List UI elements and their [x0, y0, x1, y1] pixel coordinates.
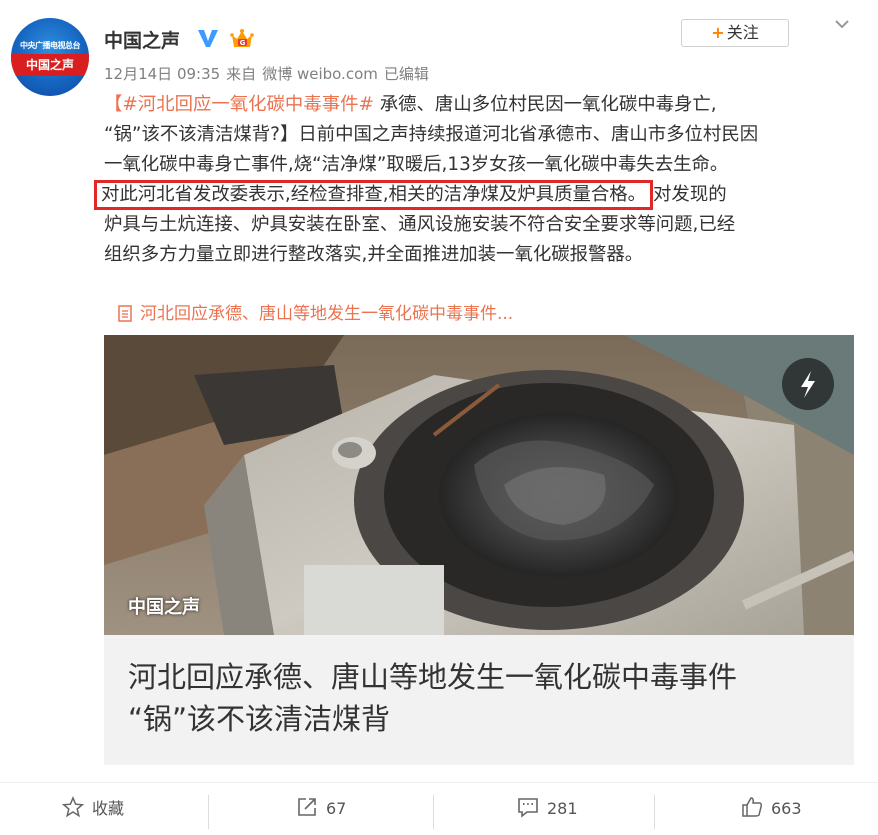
comment-button[interactable]: 281: [517, 783, 578, 830]
follow-button[interactable]: + 关注: [681, 19, 789, 47]
article-title[interactable]: 河北回应承德、唐山等地发生一氧化碳中毒事件 “锅”该不该清洁煤背: [128, 656, 838, 740]
article-card[interactable]: 中国之声 河北回应承德、唐山等地发生一氧化碳中毒事件 “锅”该不该清洁煤背: [104, 335, 854, 765]
article-photo[interactable]: 中国之声: [104, 335, 854, 635]
post-line-6: 组织多方力量立即进行整改落实,并全面推进加装一氧化碳报警器。: [104, 244, 644, 265]
divider: [208, 795, 209, 829]
article-icon: [118, 305, 132, 322]
post-meta: 12月14日 09:35 来自 微博 weibo.com 已编辑: [104, 63, 435, 84]
verified-icon: [198, 30, 218, 47]
post-line-5: 炉具与土炕连接、炉具安装在卧室、通风设施安装不符合安全要求等问题,已经: [104, 214, 736, 235]
repost-button[interactable]: 67: [296, 783, 346, 830]
svg-text:G: G: [240, 39, 246, 47]
post-line-1: 承德、唐山多位村民因一氧化碳中毒身亡,: [373, 94, 717, 115]
post-text: 【#河北回应一氧化碳中毒事件# 承德、唐山多位村民因一氧化碳中毒身亡, “锅”该…: [94, 90, 860, 270]
post-line-4: 对发现的: [653, 184, 727, 205]
plus-icon: +: [711, 23, 725, 42]
comment-icon: [518, 798, 538, 818]
repost-icon: [298, 798, 316, 816]
comment-count: 281: [547, 799, 578, 818]
favorite-label: 收藏: [92, 799, 125, 818]
crown-icon[interactable]: G: [230, 27, 254, 49]
favorite-button[interactable]: 收藏: [61, 783, 125, 830]
like-count: 663: [771, 799, 802, 818]
divider: [433, 795, 434, 829]
article-title-line-1: 河北回应承德、唐山等地发生一氧化碳中毒事件: [128, 660, 738, 694]
like-button[interactable]: 663: [741, 783, 802, 830]
hashtag-link[interactable]: 【#河北回应一氧化碳中毒事件#: [104, 94, 374, 115]
repost-count: 67: [326, 799, 347, 818]
star-icon: [61, 796, 85, 818]
user-name[interactable]: 中国之声: [104, 26, 180, 53]
avatar-band-text: 中国之声: [11, 54, 89, 76]
like-icon: [742, 797, 763, 817]
follow-label: 关注: [726, 23, 759, 42]
highlighted-sentence: 对此河北省发改委表示,经检查排查,相关的洁净煤及炉具质量合格。: [94, 180, 654, 210]
divider: [654, 795, 655, 829]
post-date[interactable]: 12月14日 09:35: [104, 65, 220, 83]
action-bar: 收藏 67 281 663: [0, 782, 878, 830]
article-link[interactable]: 河北回应承德、唐山等地发生一氧化碳中毒事件...: [118, 299, 513, 324]
chevron-down-icon[interactable]: [832, 14, 852, 34]
avatar-top-text: 中央广播电视总台: [20, 41, 81, 50]
photo-watermark: 中国之声: [128, 597, 200, 618]
stove-photo: [104, 335, 854, 635]
avatar[interactable]: 中央广播电视总台 中国之声: [11, 18, 89, 96]
article-title-line-2: “锅”该不该清洁煤背: [128, 702, 391, 736]
post-line-3: 一氧化碳中毒身亡事件,烧“洁净煤”取暖后,13岁女孩一氧化碳中毒失去生命。: [104, 154, 729, 175]
post-line-2: “锅”该不该清洁煤背?】日前中国之声持续报道河北省承德市、唐山市多位村民因: [104, 124, 759, 145]
flash-icon[interactable]: [782, 358, 834, 410]
post-source[interactable]: 微博 weibo.com: [262, 65, 378, 83]
edited-label[interactable]: 已编辑: [384, 65, 429, 83]
article-link-text: 河北回应承德、唐山等地发生一氧化碳中毒事件...: [140, 304, 514, 324]
source-prefix: 来自: [226, 65, 257, 83]
